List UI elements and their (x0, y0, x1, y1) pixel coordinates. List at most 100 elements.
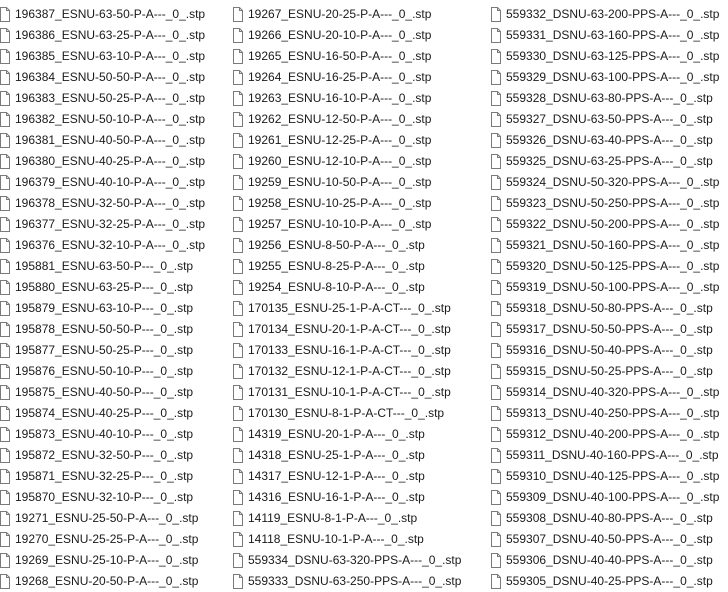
file-item[interactable]: 195880_ESNU-63-25-P---_0_.stp (0, 277, 205, 298)
file-item[interactable]: 19257_ESNU-10-10-P-A---_0_.stp (233, 214, 461, 235)
file-item[interactable]: 170135_ESNU-25-1-P-A-CT---_0_.stp (233, 298, 461, 319)
file-item[interactable]: 559320_DSNU-50-125-PPS-A---_0_.stp (491, 256, 719, 277)
file-item[interactable]: 14319_ESNU-20-1-P-A---_0_.stp (233, 424, 461, 445)
file-item[interactable]: 195872_ESNU-32-50-P---_0_.stp (0, 445, 205, 466)
file-item[interactable]: 195881_ESNU-63-50-P---_0_.stp (0, 256, 205, 277)
file-item[interactable]: 19260_ESNU-12-10-P-A---_0_.stp (233, 151, 461, 172)
file-item[interactable]: 559319_DSNU-50-100-PPS-A---_0_.stp (491, 277, 719, 298)
file-item[interactable]: 559305_DSNU-40-25-PPS-A---_0_.stp (491, 571, 719, 592)
file-item[interactable]: 196376_ESNU-32-10-P-A---_0_.stp (0, 235, 205, 256)
file-item[interactable]: 19261_ESNU-12-25-P-A---_0_.stp (233, 130, 461, 151)
file-item[interactable]: 196379_ESNU-40-10-P-A---_0_.stp (0, 172, 205, 193)
file-item[interactable]: 559328_DSNU-63-80-PPS-A---_0_.stp (491, 88, 719, 109)
file-item[interactable]: 14316_ESNU-16-1-P-A---_0_.stp (233, 487, 461, 508)
file-item[interactable]: 559322_DSNU-50-200-PPS-A---_0_.stp (491, 214, 719, 235)
document-icon (233, 448, 243, 463)
file-item[interactable]: 170133_ESNU-16-1-P-A-CT---_0_.stp (233, 340, 461, 361)
file-item[interactable]: 19256_ESNU-8-50-P-A---_0_.stp (233, 235, 461, 256)
file-item[interactable]: 559334_DSNU-63-320-PPS-A---_0_.stp (233, 550, 461, 571)
document-icon (0, 490, 10, 505)
file-item[interactable]: 19270_ESNU-25-25-P-A---_0_.stp (0, 529, 205, 550)
file-item[interactable]: 559315_DSNU-50-25-PPS-A---_0_.stp (491, 361, 719, 382)
file-item[interactable]: 19271_ESNU-25-50-P-A---_0_.stp (0, 508, 205, 529)
file-item[interactable]: 14119_ESNU-8-1-P-A---_0_.stp (233, 508, 461, 529)
file-item[interactable]: 559333_DSNU-63-250-PPS-A---_0_.stp (233, 571, 461, 592)
file-item[interactable]: 196381_ESNU-40-50-P-A---_0_.stp (0, 130, 205, 151)
file-name: 559332_DSNU-63-200-PPS-A---_0_.stp (506, 7, 720, 21)
file-item[interactable]: 195870_ESNU-32-10-P---_0_.stp (0, 487, 205, 508)
file-item[interactable]: 195871_ESNU-32-25-P---_0_.stp (0, 466, 205, 487)
file-item[interactable]: 559308_DSNU-40-80-PPS-A---_0_.stp (491, 508, 719, 529)
file-item[interactable]: 170132_ESNU-12-1-P-A-CT---_0_.stp (233, 361, 461, 382)
file-item[interactable]: 19258_ESNU-10-25-P-A---_0_.stp (233, 193, 461, 214)
file-name: 195877_ESNU-50-25-P---_0_.stp (15, 343, 194, 357)
file-item[interactable]: 559309_DSNU-40-100-PPS-A---_0_.stp (491, 487, 719, 508)
file-item[interactable]: 170130_ESNU-8-1-P-A-CT---_0_.stp (233, 403, 461, 424)
file-item[interactable]: 559323_DSNU-50-250-PPS-A---_0_.stp (491, 193, 719, 214)
file-item[interactable]: 19254_ESNU-8-10-P-A---_0_.stp (233, 277, 461, 298)
file-item[interactable]: 19263_ESNU-16-10-P-A---_0_.stp (233, 88, 461, 109)
file-name: 170134_ESNU-20-1-P-A-CT---_0_.stp (248, 322, 451, 336)
file-item[interactable]: 170134_ESNU-20-1-P-A-CT---_0_.stp (233, 319, 461, 340)
file-item[interactable]: 559331_DSNU-63-160-PPS-A---_0_.stp (491, 25, 719, 46)
file-item[interactable]: 559307_DSNU-40-50-PPS-A---_0_.stp (491, 529, 719, 550)
file-item[interactable]: 195874_ESNU-40-25-P---_0_.stp (0, 403, 205, 424)
file-item[interactable]: 559329_DSNU-63-100-PPS-A---_0_.stp (491, 67, 719, 88)
file-item[interactable]: 559312_DSNU-40-200-PPS-A---_0_.stp (491, 424, 719, 445)
file-item[interactable]: 559318_DSNU-50-80-PPS-A---_0_.stp (491, 298, 719, 319)
file-item[interactable]: 559316_DSNU-50-40-PPS-A---_0_.stp (491, 340, 719, 361)
file-item[interactable]: 559325_DSNU-63-25-PPS-A---_0_.stp (491, 151, 719, 172)
document-icon (0, 91, 10, 106)
file-item[interactable]: 559321_DSNU-50-160-PPS-A---_0_.stp (491, 235, 719, 256)
document-icon (491, 280, 501, 295)
file-item[interactable]: 559330_DSNU-63-125-PPS-A---_0_.stp (491, 46, 719, 67)
file-item[interactable]: 14317_ESNU-12-1-P-A---_0_.stp (233, 466, 461, 487)
file-item[interactable]: 195879_ESNU-63-10-P---_0_.stp (0, 298, 205, 319)
file-item[interactable]: 19264_ESNU-16-25-P-A---_0_.stp (233, 67, 461, 88)
file-item[interactable]: 19268_ESNU-20-50-P-A---_0_.stp (0, 571, 205, 592)
file-item[interactable]: 559310_DSNU-40-125-PPS-A---_0_.stp (491, 466, 719, 487)
file-item[interactable]: 195877_ESNU-50-25-P---_0_.stp (0, 340, 205, 361)
file-name: 19257_ESNU-10-10-P-A---_0_.stp (248, 217, 432, 231)
file-item[interactable]: 19265_ESNU-16-50-P-A---_0_.stp (233, 46, 461, 67)
file-item[interactable]: 559306_DSNU-40-40-PPS-A---_0_.stp (491, 550, 719, 571)
file-item[interactable]: 196387_ESNU-63-50-P-A---_0_.stp (0, 4, 205, 25)
file-item[interactable]: 19269_ESNU-25-10-P-A---_0_.stp (0, 550, 205, 571)
file-item[interactable]: 195875_ESNU-40-50-P---_0_.stp (0, 382, 205, 403)
file-item[interactable]: 195878_ESNU-50-50-P---_0_.stp (0, 319, 205, 340)
file-item[interactable]: 196380_ESNU-40-25-P-A---_0_.stp (0, 151, 205, 172)
file-item[interactable]: 196385_ESNU-63-10-P-A---_0_.stp (0, 46, 205, 67)
document-icon (233, 259, 243, 274)
file-item[interactable]: 559313_DSNU-40-250-PPS-A---_0_.stp (491, 403, 719, 424)
file-item[interactable]: 170131_ESNU-10-1-P-A-CT---_0_.stp (233, 382, 461, 403)
file-item[interactable]: 559326_DSNU-63-40-PPS-A---_0_.stp (491, 130, 719, 151)
file-item[interactable]: 196377_ESNU-32-25-P-A---_0_.stp (0, 214, 205, 235)
document-icon (491, 154, 501, 169)
file-item[interactable]: 559311_DSNU-40-160-PPS-A---_0_.stp (491, 445, 719, 466)
file-item[interactable]: 14318_ESNU-25-1-P-A---_0_.stp (233, 445, 461, 466)
file-item[interactable]: 19267_ESNU-20-25-P-A---_0_.stp (233, 4, 461, 25)
file-item[interactable]: 559332_DSNU-63-200-PPS-A---_0_.stp (491, 4, 719, 25)
document-icon (233, 91, 243, 106)
file-item[interactable]: 559317_DSNU-50-50-PPS-A---_0_.stp (491, 319, 719, 340)
file-item[interactable]: 196378_ESNU-32-50-P-A---_0_.stp (0, 193, 205, 214)
file-item[interactable]: 195873_ESNU-40-10-P---_0_.stp (0, 424, 205, 445)
file-item[interactable]: 196383_ESNU-50-25-P-A---_0_.stp (0, 88, 205, 109)
file-item[interactable]: 196384_ESNU-50-50-P-A---_0_.stp (0, 67, 205, 88)
file-item[interactable]: 19255_ESNU-8-25-P-A---_0_.stp (233, 256, 461, 277)
file-item[interactable]: 559327_DSNU-63-50-PPS-A---_0_.stp (491, 109, 719, 130)
file-item[interactable]: 19266_ESNU-20-10-P-A---_0_.stp (233, 25, 461, 46)
file-name: 559322_DSNU-50-200-PPS-A---_0_.stp (506, 217, 720, 231)
document-icon (0, 133, 10, 148)
file-item[interactable]: 195876_ESNU-50-10-P---_0_.stp (0, 361, 205, 382)
file-item[interactable]: 559324_DSNU-50-320-PPS-A---_0_.stp (491, 172, 719, 193)
document-icon (0, 532, 10, 547)
file-item[interactable]: 19259_ESNU-10-50-P-A---_0_.stp (233, 172, 461, 193)
file-item[interactable]: 196382_ESNU-50-10-P-A---_0_.stp (0, 109, 205, 130)
file-item[interactable]: 196386_ESNU-63-25-P-A---_0_.stp (0, 25, 205, 46)
document-icon (491, 217, 501, 232)
document-icon (233, 112, 243, 127)
file-item[interactable]: 19262_ESNU-12-50-P-A---_0_.stp (233, 109, 461, 130)
file-item[interactable]: 559314_DSNU-40-320-PPS-A---_0_.stp (491, 382, 719, 403)
file-item[interactable]: 14118_ESNU-10-1-P-A---_0_.stp (233, 529, 461, 550)
